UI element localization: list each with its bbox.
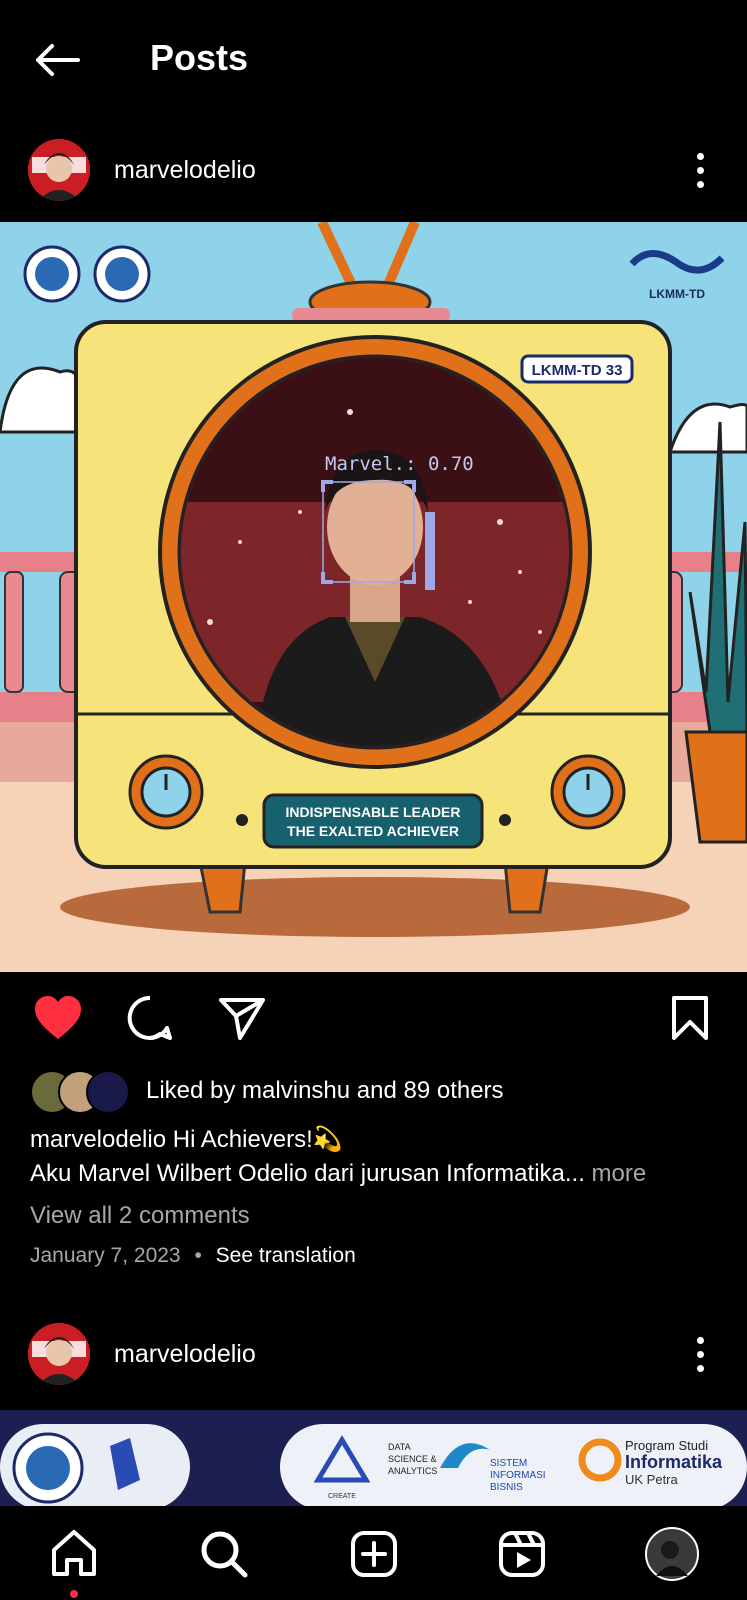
view-comments-link[interactable]: View all 2 comments <box>30 1200 250 1232</box>
dsa-line-3: ANALYTICS <box>388 1466 437 1476</box>
likes-text[interactable]: Liked by malvinshu and 89 others <box>146 1076 504 1106</box>
lkmm-logo-text: LKMM-TD <box>649 287 705 301</box>
arrow-left-icon <box>36 44 80 76</box>
dot <box>696 1336 704 1344</box>
dot <box>696 166 704 174</box>
comment-icon <box>127 995 172 1040</box>
sib-line-2: INFORMASI <box>490 1470 546 1481</box>
post-username[interactable]: marvelodelio <box>114 1339 256 1369</box>
nav-home[interactable] <box>44 1524 104 1584</box>
post-image[interactable]: DATA SCIENCE & ANALYTICS CREATE SISTEM I… <box>0 1410 747 1510</box>
caption: marvelodelio Hi Achievers!💫 Aku Marvel W… <box>30 1123 730 1191</box>
post-meta: January 7, 2023 • See translation <box>30 1242 356 1270</box>
back-button[interactable] <box>28 36 86 84</box>
profile-avatar-icon <box>645 1527 699 1581</box>
inf-line-2: Informatika <box>625 1452 723 1472</box>
post-date: January 7, 2023 <box>30 1244 181 1267</box>
meta-separator: • <box>194 1244 202 1267</box>
nav-profile[interactable] <box>642 1524 702 1584</box>
sib-line-3: BISNIS <box>490 1482 523 1493</box>
post-username[interactable]: marvelodelio <box>114 155 256 185</box>
send-icon <box>219 998 265 1040</box>
caption-username[interactable]: marvelodelio <box>30 1126 166 1153</box>
caption-line-1: Hi Achievers!💫 <box>172 1126 343 1153</box>
inf-line-3: UK Petra <box>625 1472 679 1487</box>
create-text: CREATE <box>328 1493 356 1500</box>
dsa-line-1: DATA <box>388 1442 411 1452</box>
share-button[interactable] <box>214 990 270 1046</box>
like-button[interactable] <box>30 990 86 1046</box>
avatar[interactable] <box>28 1323 90 1385</box>
notification-dot <box>70 1590 78 1598</box>
heart-filled-icon <box>35 996 81 1039</box>
caption-line-2: Aku Marvel Wilbert Odelio dari jurusan I… <box>30 1160 585 1187</box>
badge-label: LKMM-TD 33 <box>532 362 623 379</box>
caption-more-link[interactable]: more <box>585 1160 647 1187</box>
search-icon <box>201 1531 248 1578</box>
inf-line-1: Program Studi <box>625 1438 708 1453</box>
app-header: Posts <box>0 0 747 120</box>
dot <box>696 152 704 160</box>
nav-search[interactable] <box>194 1524 254 1584</box>
post-header: marvelodelio <box>0 1310 747 1398</box>
page-title: Posts <box>150 37 249 78</box>
nav-create[interactable] <box>344 1524 404 1584</box>
dot <box>696 1350 704 1358</box>
dot <box>696 180 704 188</box>
reels-icon <box>499 1531 545 1577</box>
avatar[interactable] <box>28 139 90 201</box>
post-actions <box>0 990 747 1050</box>
bookmark-icon <box>672 996 708 1040</box>
sib-line-1: SISTEM <box>490 1458 527 1469</box>
see-translation-link[interactable]: See translation <box>216 1244 356 1267</box>
create-icon <box>351 1531 397 1577</box>
more-options-button[interactable] <box>680 145 720 195</box>
bottom-navigation <box>0 1506 747 1600</box>
dsa-line-2: SCIENCE & <box>388 1454 437 1464</box>
save-button[interactable] <box>662 990 718 1046</box>
liker-avatar <box>86 1070 130 1114</box>
dot <box>696 1364 704 1372</box>
banner-line-1: INDISPENSABLE LEADER <box>285 804 460 820</box>
comment-button[interactable] <box>122 990 178 1046</box>
detection-label: Marvel.: 0.70 <box>325 453 474 475</box>
nav-reels[interactable] <box>492 1524 552 1584</box>
home-icon <box>52 1530 96 1576</box>
likes-row[interactable]: Liked by malvinshu and 89 others <box>30 1070 730 1114</box>
banner-line-2: THE EXALTED ACHIEVER <box>287 823 459 839</box>
more-options-button[interactable] <box>680 1329 720 1379</box>
post-image[interactable]: Marvel.: 0.70 INDISPENSABLE LEADER THE E… <box>0 222 747 972</box>
post-header: marvelodelio <box>0 126 747 214</box>
